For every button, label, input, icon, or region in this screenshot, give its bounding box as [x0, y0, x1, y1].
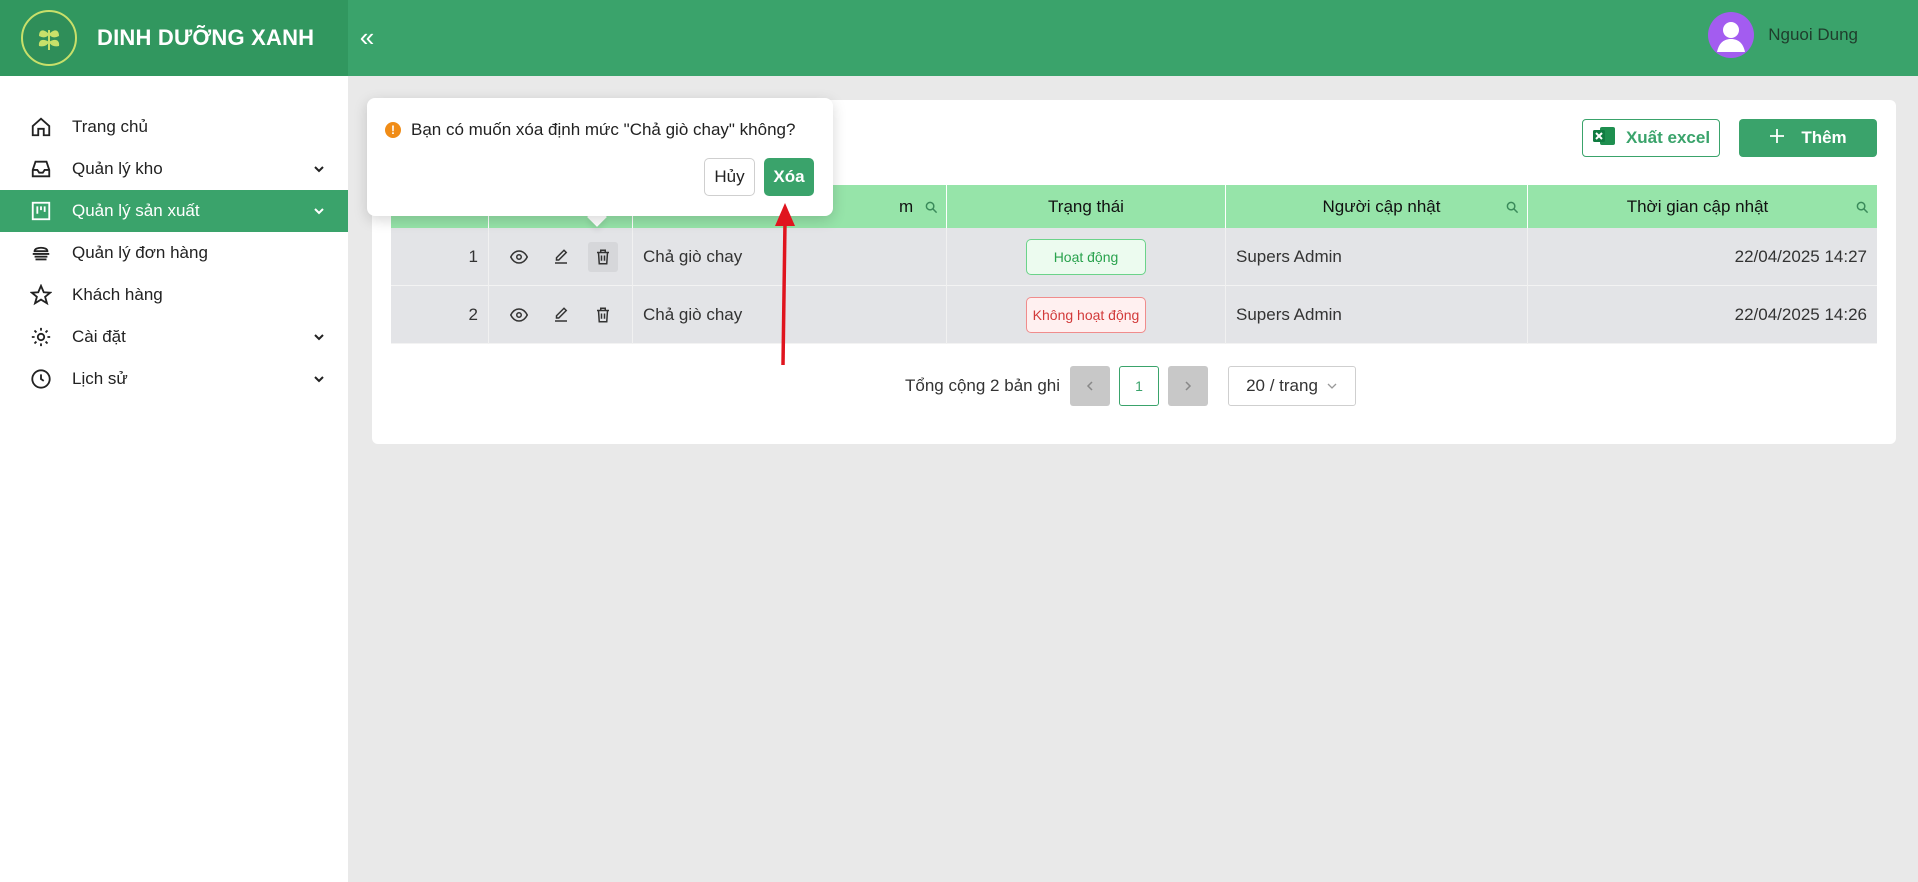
trash-icon [596, 249, 609, 265]
page-size-select[interactable]: 20 / trang [1228, 366, 1357, 406]
user-name: Nguoi Dung [1768, 25, 1858, 44]
sidebar-item-production[interactable]: Quản lý sản xuất [0, 190, 348, 232]
sidebar-item-warehouse[interactable]: Quản lý kho [0, 148, 348, 190]
cell-updated-by: Supers Admin [1226, 228, 1528, 286]
cell-stt: 2 [391, 286, 489, 344]
total-records: Tổng cộng 2 bản ghi [905, 376, 1061, 395]
column-header-updated-at[interactable]: Thời gian cập nhật [1528, 185, 1877, 228]
cell-updated-at: 22/04/2025 14:26 [1734, 305, 1867, 324]
sidebar-item-label: Quản lý đơn hàng [72, 243, 208, 262]
delete-popconfirm: ! Bạn có muốn xóa định mức "Chả giò chay… [367, 98, 833, 216]
search-icon[interactable] [1506, 199, 1519, 219]
table-row: 1 Chả giò chay Hoạt động Supers Admin 22… [391, 228, 1877, 286]
order-icon [28, 240, 54, 266]
brand-name: DINH DƯỠNG XANH [97, 25, 315, 50]
status-badge: Không hoạt động [1026, 297, 1146, 333]
cell-status: Không hoạt động [947, 286, 1226, 344]
sidebar-item-label: Cài đặt [72, 327, 126, 346]
user-icon [1717, 22, 1746, 52]
prev-page-button[interactable] [1070, 366, 1111, 406]
home-icon [28, 114, 54, 140]
column-header-label: Trạng thái [1048, 196, 1124, 216]
pencil-icon [554, 307, 567, 322]
edit-button[interactable] [546, 300, 576, 330]
cell-stt: 1 [391, 228, 489, 286]
view-button[interactable] [504, 242, 534, 272]
chevron-left-icon [1086, 381, 1093, 391]
cancel-button[interactable]: Hủy [704, 158, 755, 196]
pencil-icon [554, 249, 567, 264]
add-button[interactable]: Thêm [1739, 119, 1877, 157]
chevron-down-icon [312, 329, 326, 349]
delete-button[interactable] [587, 242, 618, 272]
column-header-label: Thời gian cập nhật [1626, 196, 1769, 216]
column-header-status[interactable]: Trạng thái [947, 185, 1226, 228]
cell-updated-at: 22/04/2025 14:27 [1734, 247, 1867, 266]
collapse-sidebar-button[interactable]: « [350, 20, 384, 54]
eye-icon [509, 250, 528, 264]
history-icon [28, 366, 54, 392]
brand: DINH DƯỠNG XANH [0, 0, 348, 76]
sidebar-item-label: Quản lý sản xuất [72, 201, 200, 220]
table-row: 2 Chả giò chay Không hoạt động Supers Ad… [391, 286, 1877, 344]
export-excel-label: Xuất excel [1625, 128, 1711, 147]
chevron-down-icon [1327, 383, 1337, 389]
production-icon [28, 198, 54, 224]
sidebar-item-label: Lịch sử [72, 369, 128, 388]
sidebar-item-label: Quản lý kho [72, 159, 163, 178]
sidebar-item-label: Khách hàng [72, 285, 163, 304]
chevron-down-icon [312, 371, 326, 391]
add-label: Thêm [1801, 128, 1847, 147]
chevron-right-icon [1185, 381, 1192, 391]
star-icon [28, 282, 54, 308]
cell-name: Chả giò chay [633, 228, 947, 286]
cell-actions [489, 228, 633, 286]
popconfirm-message: Bạn có muốn xóa định mức "Chả giò chay" … [411, 120, 796, 139]
column-header-label: m [899, 196, 914, 216]
search-icon[interactable] [925, 199, 938, 219]
sidebar-item-history[interactable]: Lịch sử [0, 358, 348, 400]
cell-actions [489, 286, 633, 344]
search-icon[interactable] [1856, 199, 1869, 219]
inbox-icon [28, 156, 54, 182]
chevron-down-icon [312, 203, 326, 223]
next-page-button[interactable] [1168, 366, 1209, 406]
cell-name: Chả giò chay [633, 286, 947, 344]
status-badge: Hoạt động [1026, 239, 1146, 275]
excel-icon [1592, 125, 1616, 152]
eye-icon [509, 308, 528, 322]
warning-icon: ! [385, 122, 401, 138]
double-chevron-left-icon: « [359, 21, 375, 52]
sidebar-item-home[interactable]: Trang chủ [0, 106, 348, 148]
sidebar-item-settings[interactable]: Cài đặt [0, 316, 348, 358]
gear-icon [28, 324, 54, 350]
export-excel-button[interactable]: Xuất excel [1582, 119, 1720, 157]
page-size-value: 20 / trang [1246, 376, 1318, 395]
sidebar-nav: Trang chủ Quản lý kho Quản lý sản xuất Q… [0, 106, 348, 400]
popconfirm-message-row: ! Bạn có muốn xóa định mức "Chả giò chay… [385, 120, 795, 140]
chevron-down-icon [312, 161, 326, 181]
confirm-delete-button[interactable]: Xóa [764, 158, 814, 196]
cell-status: Hoạt động [947, 228, 1226, 286]
sidebar-item-label: Trang chủ [72, 117, 148, 136]
user-menu[interactable]: Nguoi Dung [1708, 12, 1858, 58]
avatar [1708, 12, 1755, 58]
sidebar-item-orders[interactable]: Quản lý đơn hàng [0, 232, 348, 274]
delete-button[interactable] [588, 300, 618, 330]
cell-updated-by: Supers Admin [1226, 286, 1528, 344]
plus-icon [1769, 128, 1785, 149]
column-header-updated-by[interactable]: Người cập nhật [1226, 185, 1528, 228]
page-button[interactable]: 1 [1119, 366, 1160, 406]
view-button[interactable] [504, 300, 534, 330]
column-header-label: Người cập nhật [1322, 196, 1441, 216]
sidebar-item-customers[interactable]: Khách hàng [0, 274, 348, 316]
pagination: Tổng cộng 2 bản ghi 1 20 / trang [905, 366, 1357, 406]
logo [21, 10, 77, 66]
sidebar: Trang chủ Quản lý kho Quản lý sản xuất Q… [0, 76, 348, 882]
edit-button[interactable] [546, 242, 576, 272]
top-header: DINH DƯỠNG XANH « Nguoi Dung [0, 0, 1918, 76]
trash-icon [596, 307, 609, 323]
